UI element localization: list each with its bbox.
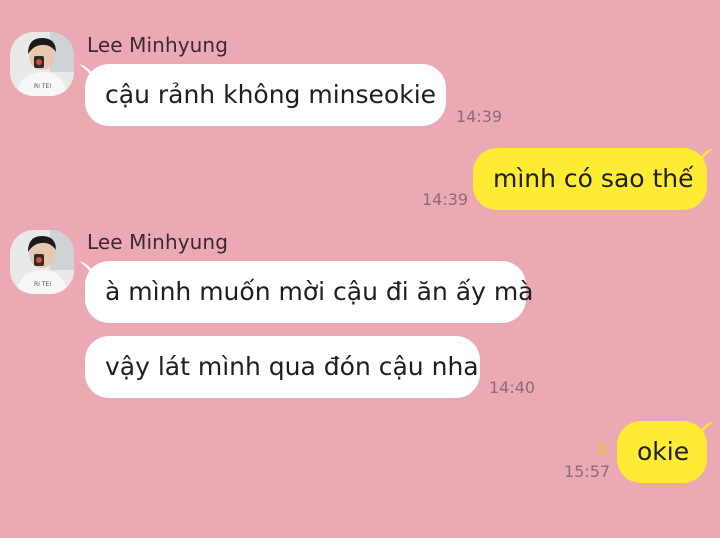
sender-name: Lee Minhyung (87, 33, 229, 57)
message-text: okie (637, 437, 690, 466)
message-bubble-outgoing[interactable]: okie (617, 421, 707, 483)
unread-count: 1 (597, 440, 608, 458)
message-text: vậy lát mình qua đón cậu nha (105, 352, 479, 381)
message-time: 14:39 (456, 107, 503, 126)
message-time: 14:39 (422, 190, 469, 209)
svg-text:RI TE!: RI TE! (34, 281, 52, 288)
svg-text:RI TE!: RI TE! (34, 83, 52, 90)
message-time: 14:40 (489, 378, 536, 397)
contact-avatar[interactable]: RI TE! (10, 32, 74, 96)
bubble-tail-icon (700, 421, 714, 435)
contact-avatar[interactable]: RI TE! (10, 230, 74, 294)
message-bubble-incoming[interactable]: à mình muốn mời cậu đi ăn ấy mà (85, 261, 534, 323)
message-time: 15:57 (564, 462, 611, 481)
bubble-tail-icon (700, 148, 714, 162)
message-bubble-outgoing[interactable]: mình có sao thế (473, 148, 707, 210)
avatar-photo-icon: RI TE! (10, 32, 74, 96)
avatar-photo-icon: RI TE! (10, 230, 74, 294)
sender-name: Lee Minhyung (87, 230, 229, 254)
message-text: cậu rảnh không minseokie (105, 80, 437, 109)
message-text: mình có sao thế (493, 164, 694, 193)
message-bubble-incoming[interactable]: cậu rảnh không minseokie (85, 64, 446, 126)
message-bubble-incoming[interactable]: vậy lát mình qua đón cậu nha (85, 336, 480, 398)
message-text: à mình muốn mời cậu đi ăn ấy mà (105, 277, 534, 306)
